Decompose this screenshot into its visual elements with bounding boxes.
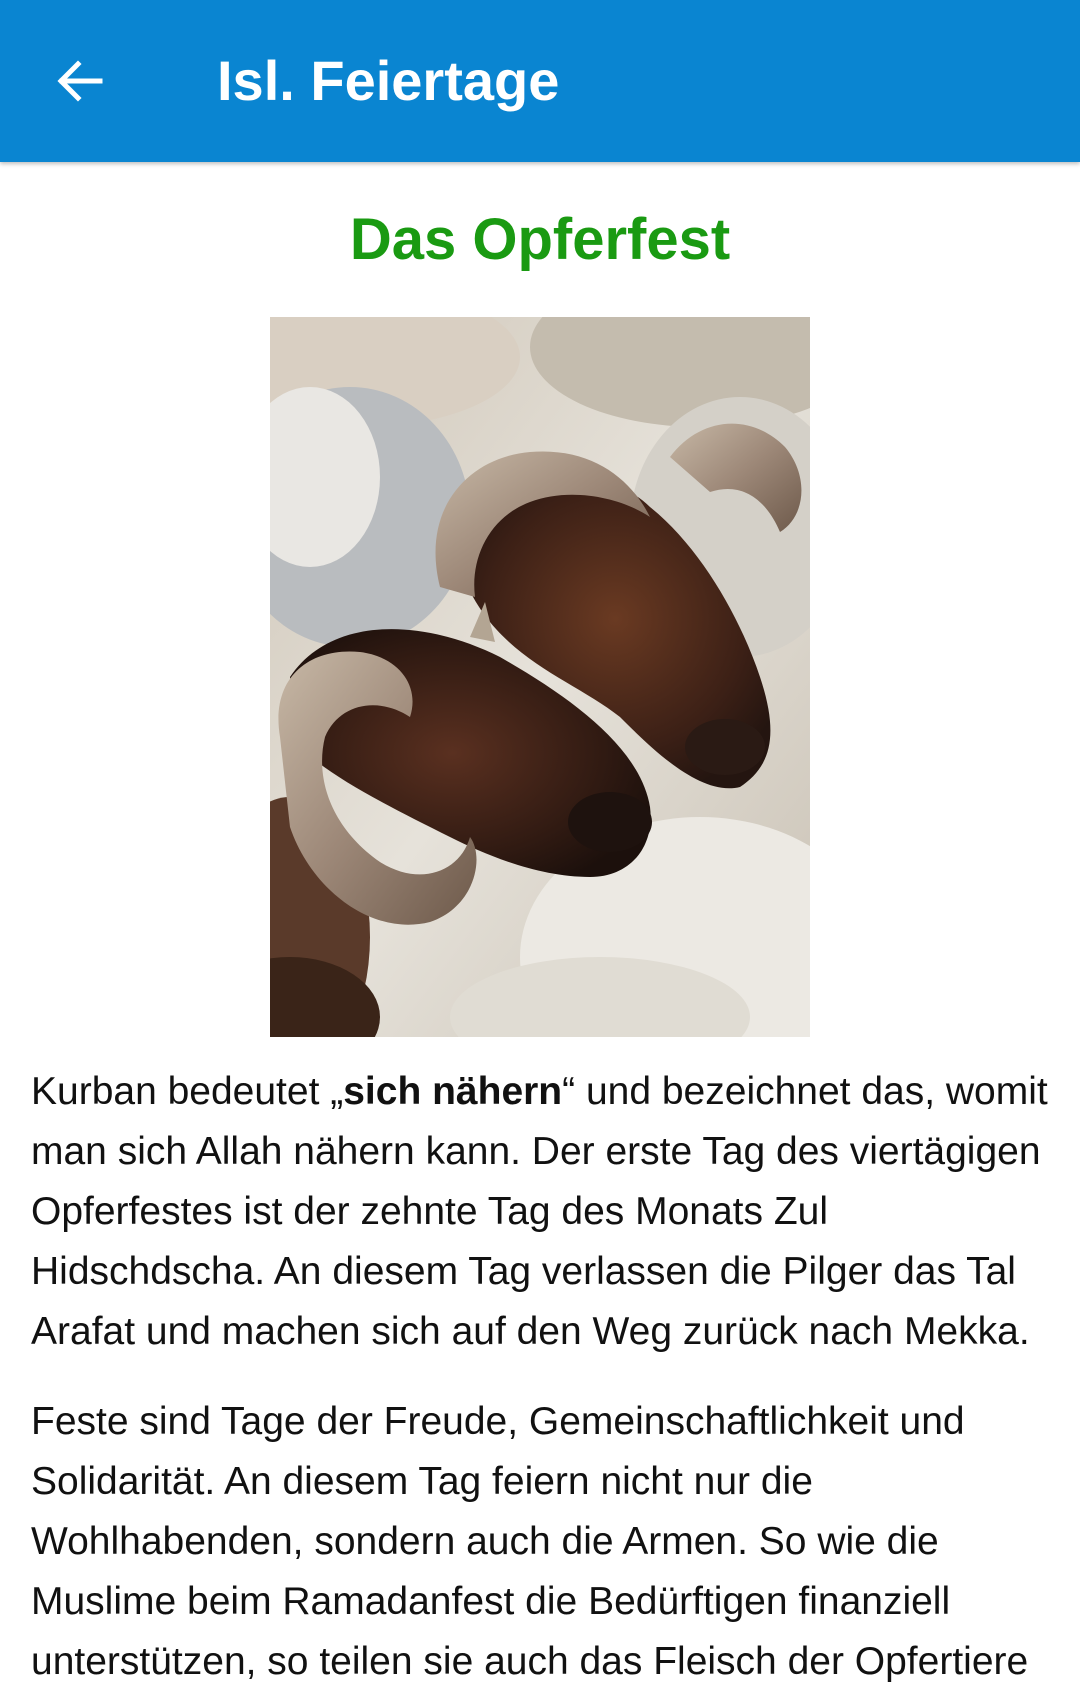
rams-photo (270, 317, 810, 1037)
back-button[interactable] (40, 41, 120, 121)
app-bar: Isl. Feiertage (0, 0, 1080, 162)
paragraph-text: Kurban bedeutet „ (31, 1070, 344, 1113)
article-heading: Das Opferfest (349, 207, 731, 272)
emphasized-text: sich nähern (343, 1070, 563, 1113)
article-paragraph: Kurban bedeutet „sich nähern“ und bezeic… (31, 1062, 1051, 1362)
article-paragraph: Feste sind Tage der Freude, Gemeinschaft… (31, 1400, 1029, 1683)
article-content: Das Opferfest Kurban bedeutet „sich nähe… (0, 162, 1080, 1699)
page-title: Isl. Feiertage (217, 49, 560, 112)
arrow-left-icon (57, 60, 103, 102)
